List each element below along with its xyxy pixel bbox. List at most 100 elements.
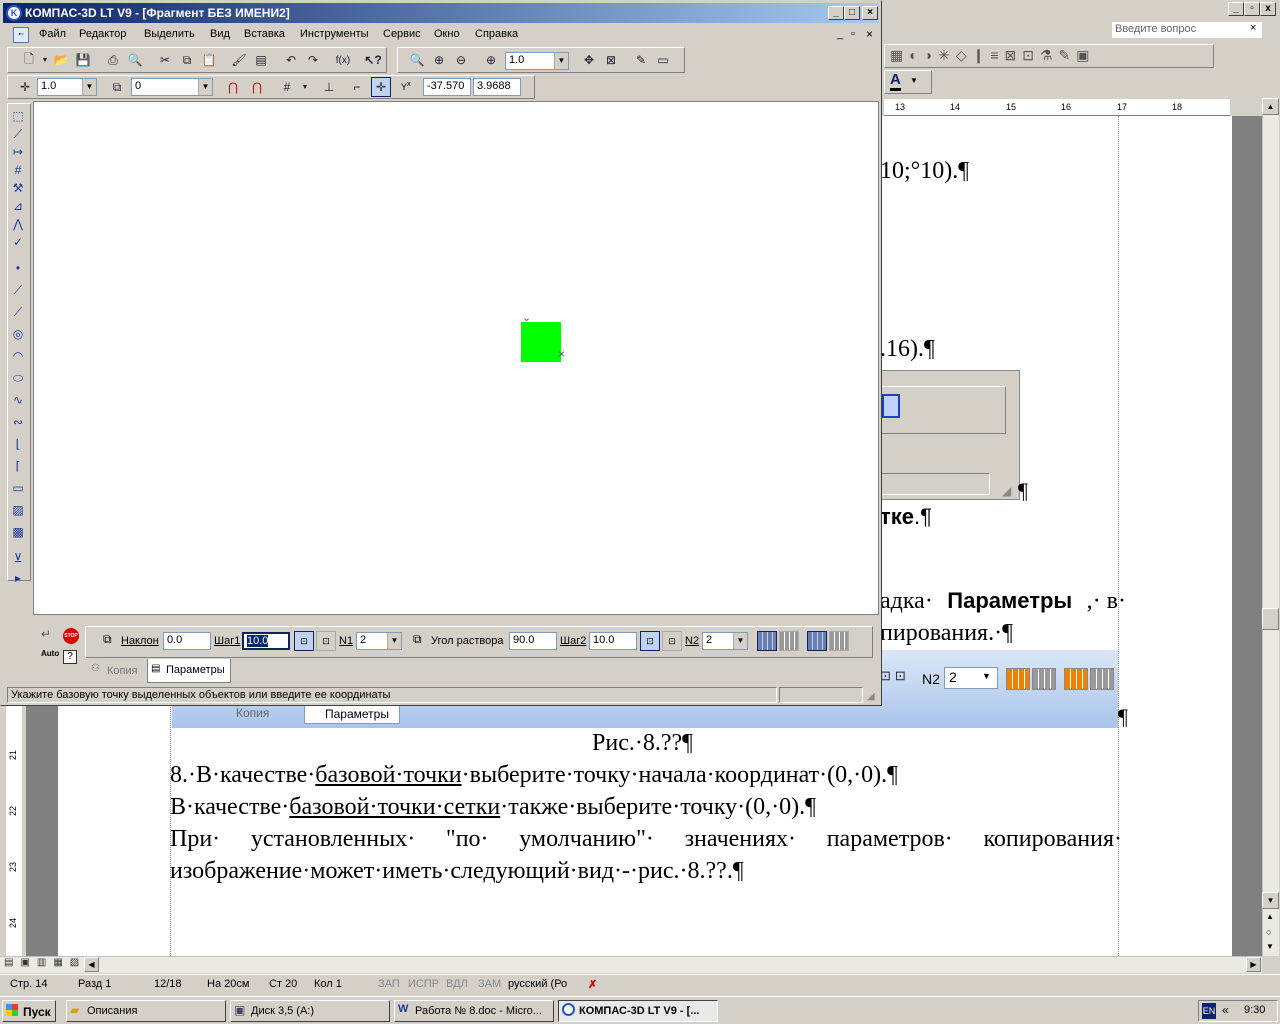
n2-select[interactable]: 2 ▼ — [702, 632, 748, 650]
local-cs-icon[interactable]: ✛ — [15, 77, 35, 97]
refresh-icon[interactable]: ✎ — [631, 50, 651, 70]
measure-tool-icon[interactable]: ⋀ — [8, 215, 28, 233]
snap-icon[interactable]: ⋂ — [223, 77, 243, 97]
scale-dropdown-icon[interactable]: ▼ — [554, 53, 568, 69]
layout-button-2[interactable] — [779, 631, 799, 651]
vscroll-down-button[interactable]: ▼ — [1262, 892, 1279, 909]
shag2-right-button[interactable]: ⊡ — [662, 631, 682, 651]
layer-dropdown-icon[interactable]: ▼ — [198, 79, 212, 95]
print-icon[interactable]: ⎙ — [103, 50, 123, 70]
view-buttons[interactable]: ▤▣▥▦▧ — [4, 957, 86, 968]
n2-dropdown-icon[interactable]: ▼ — [733, 633, 747, 649]
n1-dropdown-icon[interactable]: ▼ — [387, 633, 401, 649]
pan-icon[interactable]: ✥ — [579, 50, 599, 70]
cursor-coords-icon[interactable]: ✛ — [371, 77, 391, 97]
point-tool-icon[interactable]: • — [8, 259, 28, 277]
fit-all-icon[interactable]: ⊠ — [601, 50, 621, 70]
vscroll-thumb[interactable] — [1262, 608, 1279, 630]
next-page-icon[interactable]: ▼ — [1266, 942, 1274, 951]
grid-dropdown-icon[interactable]: ▼ — [295, 77, 315, 97]
grid-icon[interactable]: # — [277, 77, 297, 97]
ugol-field[interactable]: 90.0 — [509, 632, 557, 650]
layout-button-1[interactable] — [757, 631, 777, 651]
zoom-scale-icon[interactable]: ⊕ — [481, 50, 501, 70]
word-minimize-button[interactable]: _ — [1228, 2, 1244, 16]
save-icon[interactable]: 💾 — [73, 50, 93, 70]
status-ovr[interactable]: ЗАМ — [478, 978, 501, 990]
zoom-out-icon[interactable]: ⊖ — [451, 50, 471, 70]
bezier-tool-icon[interactable]: ∾ — [8, 413, 28, 431]
zoom-icon[interactable]: 🔍 — [407, 50, 427, 70]
hatch-tool-icon[interactable]: ▨ — [8, 501, 28, 519]
dimensions-tool-icon[interactable]: ↦ — [8, 143, 28, 161]
auto-button[interactable]: Auto — [41, 649, 59, 658]
screen-icon[interactable]: ▭ — [653, 50, 673, 70]
segment-tool-icon[interactable]: ⟋ — [8, 303, 28, 321]
chamfer-tool-icon[interactable]: ⌈ — [8, 457, 28, 475]
layout-button-4[interactable] — [829, 631, 849, 651]
rectangle-tool-icon[interactable]: ▭ — [8, 479, 28, 497]
lang-indicator[interactable]: EN — [1202, 1003, 1216, 1019]
prev-page-icon[interactable]: ▲ — [1266, 912, 1274, 921]
status-rec[interactable]: ЗАП — [378, 978, 400, 990]
menu-insert[interactable]: Вставка — [244, 28, 285, 40]
scale-select[interactable]: 1.0 ▼ — [505, 52, 569, 70]
font-color-dropdown-icon[interactable]: ▼ — [910, 76, 918, 85]
doc-restore-icon[interactable]: ▫ — [851, 28, 855, 40]
shag2-left-button[interactable]: ⊡ — [640, 631, 660, 651]
ellipse-tool-icon[interactable]: ⬭ — [8, 369, 28, 387]
arc-tool-icon[interactable]: ◠ — [8, 347, 28, 365]
fillet-tool-icon[interactable]: ⌊ — [8, 435, 28, 453]
hscroll-right-button[interactable]: ▶ — [1246, 957, 1261, 972]
task-disk[interactable]: Диск 3,5 (A:) — [230, 1000, 390, 1022]
variables-icon[interactable]: f(x) — [333, 50, 353, 70]
edit-tool-icon[interactable]: ⚒ — [8, 179, 28, 197]
menu-editor[interactable]: Редактор — [79, 28, 126, 40]
hscroll-left-button[interactable]: ◀ — [84, 957, 99, 972]
stop-button[interactable]: STOP — [63, 628, 79, 644]
fill-tool-icon[interactable]: ▩ — [8, 523, 28, 541]
menu-view[interactable]: Вид — [210, 28, 230, 40]
word-vscrollbar[interactable] — [1262, 98, 1279, 956]
selected-rectangle[interactable] — [521, 322, 561, 362]
select-tool-icon[interactable]: ⬚ — [8, 107, 28, 125]
coord-x-field[interactable]: -37.570 — [423, 78, 471, 96]
collapse-tool-icon[interactable]: ⊻ — [8, 549, 28, 567]
task-word[interactable]: Работа № 8.doc - Micro... — [394, 1000, 554, 1022]
paste-icon[interactable]: 📋 — [199, 50, 219, 70]
status-trk[interactable]: ИСПР — [408, 978, 439, 990]
select-browse-object-icon[interactable]: ○ — [1266, 927, 1271, 937]
task-opisaniya[interactable]: Описания — [66, 1000, 226, 1022]
help-icon[interactable]: ? — [63, 650, 77, 664]
help-pointer-icon[interactable]: ↖? — [363, 50, 383, 70]
kompas-maximize-button[interactable]: □ — [844, 6, 860, 20]
shag1-field[interactable]: 10.0 — [242, 632, 290, 650]
circle-tool-icon[interactable]: ◎ — [8, 325, 28, 343]
naklon-field[interactable]: 0.0 — [163, 632, 211, 650]
menu-help[interactable]: Справка — [475, 28, 518, 40]
doc-minimize-icon[interactable]: _ — [837, 28, 843, 40]
spelling-status-icon[interactable]: ✗ — [588, 978, 597, 991]
document-icon[interactable]: ▪▫ — [13, 27, 29, 43]
round-icon[interactable]: ⌐ — [347, 77, 367, 97]
shag1-left-button[interactable]: ⊡ — [294, 631, 314, 651]
n1-select[interactable]: 2 ▼ — [356, 632, 402, 650]
kompas-minimize-button[interactable]: _ — [828, 6, 844, 20]
zoom-in-icon[interactable]: ⊕ — [429, 50, 449, 70]
undo-icon[interactable]: ↶ — [281, 50, 301, 70]
menu-tools[interactable]: Инструменты — [300, 28, 369, 40]
ask-question-box[interactable]: Введите вопрос — [1112, 22, 1262, 38]
menu-select[interactable]: Выделить — [144, 28, 195, 40]
coord-y-field[interactable]: 3.9688 — [473, 78, 521, 96]
font-color-icon[interactable]: A — [890, 72, 901, 91]
menu-window[interactable]: Окно — [434, 28, 460, 40]
orthogonal-icon[interactable]: ⊥ — [319, 77, 339, 97]
drawing-canvas[interactable] — [33, 101, 879, 615]
shag2-field[interactable]: 10.0 — [589, 632, 637, 650]
kompas-resize-grip-icon[interactable]: ◢ — [867, 691, 875, 702]
spline-tool-icon[interactable]: ∿ — [8, 391, 28, 409]
copy-icon[interactable]: ⧉ — [177, 50, 197, 70]
ask-close-icon[interactable]: × — [1250, 22, 1256, 34]
layer-select[interactable]: 0 ▼ — [131, 78, 213, 96]
word-close-button[interactable]: x — [1260, 2, 1276, 16]
